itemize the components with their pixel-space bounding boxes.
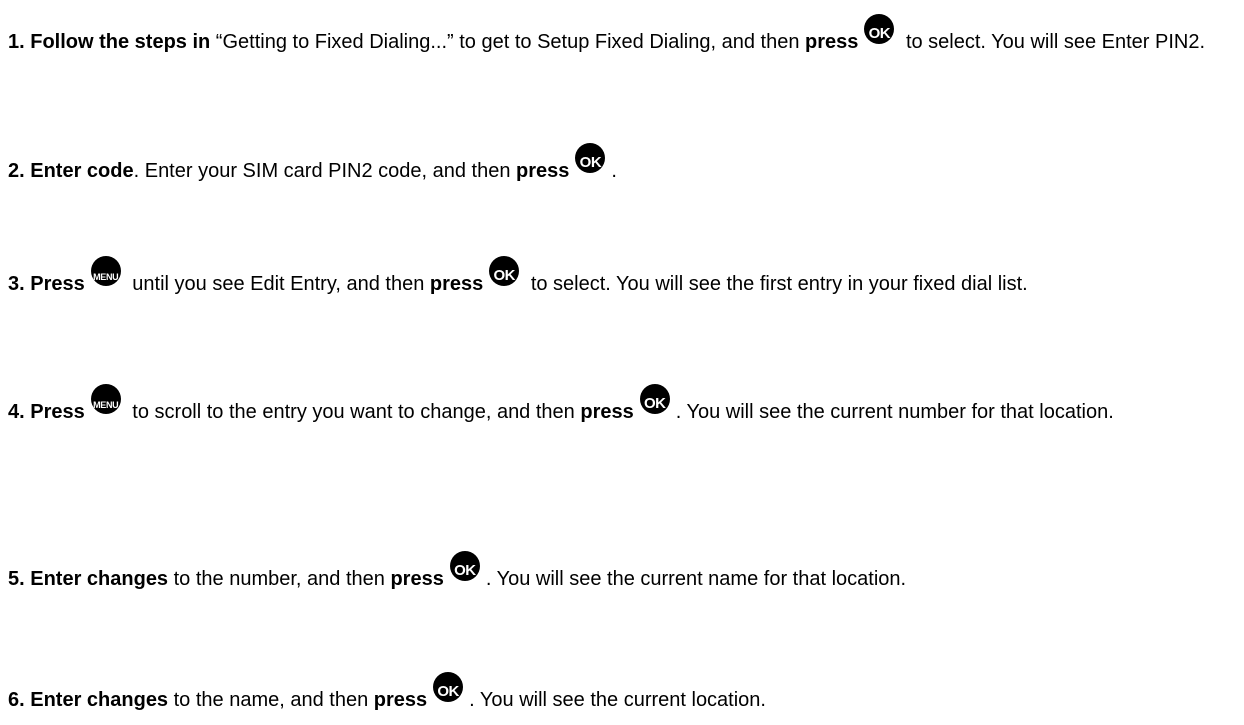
ok-key-icon: OK (864, 14, 895, 44)
ok-key-icon: OK (575, 143, 606, 173)
step-6-text: to the name, and then (168, 689, 374, 711)
step-5: 5. Enter changes to the number, and then… (8, 551, 1238, 597)
step-2-text-end: . (611, 160, 617, 182)
step-6: 6. Enter changes to the name, and then p… (8, 672, 1238, 718)
step-4-press: press (580, 401, 634, 423)
step-4-heading: 4. Press (8, 401, 85, 423)
step-4-text-end: . You will see the current number for th… (675, 401, 1114, 423)
step-1-text: “Getting to Fixed Dialing...” to get to … (210, 31, 806, 53)
step-5-text-end: . You will see the current name for that… (485, 568, 907, 590)
step-5-heading: 5. Enter changes (8, 568, 169, 590)
step-3-text: until you see Edit Entry, and then (126, 273, 430, 295)
step-6-press: press (373, 689, 428, 711)
step-1-press: press (805, 31, 859, 53)
step-2-press: press (516, 160, 570, 182)
step-2: 2. Enter code. Enter your SIM card PIN2 … (8, 143, 1238, 189)
step-5-text: to the number, and then (168, 568, 391, 590)
step-3-text-end: to select. You will see the first entry … (525, 273, 1028, 295)
step-3-press: press (429, 273, 484, 295)
menu-key-icon: MENU (90, 384, 121, 414)
step-2-text: . Enter your SIM card PIN2 code, and the… (133, 160, 517, 182)
ok-key-icon: OK (449, 551, 480, 581)
ok-key-icon: OK (489, 256, 520, 286)
step-4: 4. Press MENU to scroll to the entry you … (8, 384, 1238, 430)
step-1-heading: 1. Follow the steps in (8, 31, 211, 53)
ok-key-icon: OK (433, 672, 464, 702)
step-5-press: press (390, 568, 444, 590)
step-4-text: to scroll to the entry you want to chang… (126, 401, 581, 423)
step-1-text-end: to select. You will see Enter PIN2. (900, 31, 1205, 53)
ok-key-icon: OK (639, 384, 670, 414)
step-2-heading: 2. Enter code (8, 160, 134, 182)
step-3: 3. Press MENU until you see Edit Entry, a… (8, 256, 1238, 302)
step-6-heading: 6. Enter changes (8, 689, 169, 711)
step-3-heading: 3. Press (8, 273, 85, 295)
menu-key-icon: MENU (90, 256, 121, 286)
step-1: 1. Follow the steps in “Getting to Fixed… (8, 14, 1238, 60)
step-6-text-end: . You will see the current location. (469, 689, 766, 711)
